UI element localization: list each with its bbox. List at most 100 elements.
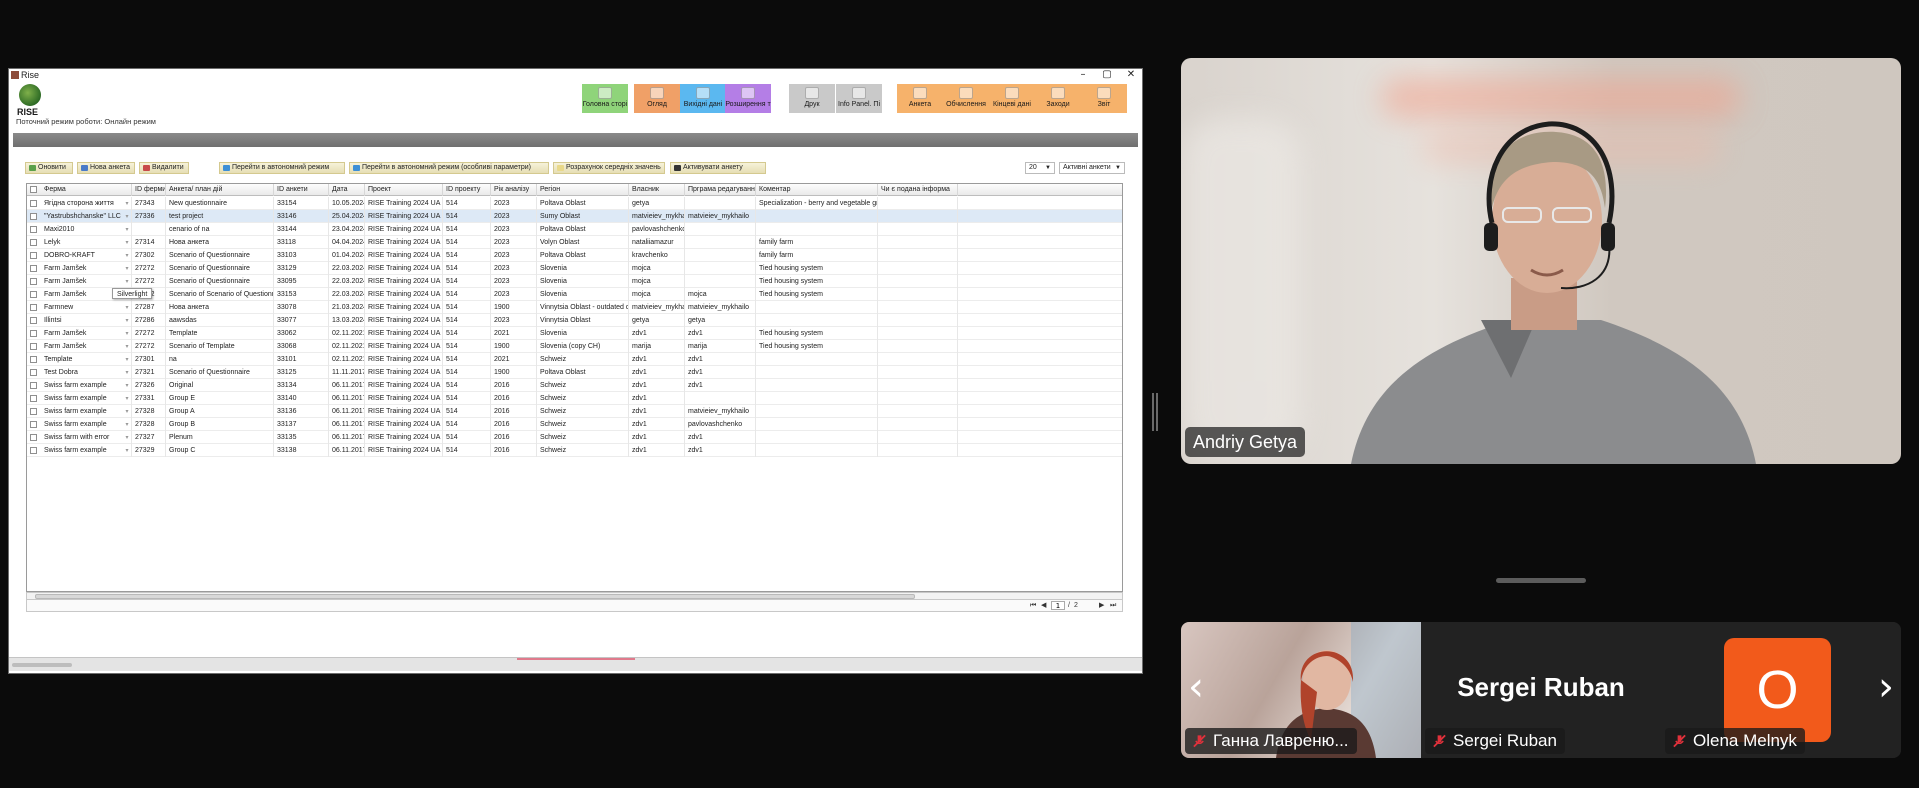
- next-page-icon[interactable]: ▶: [1099, 600, 1104, 611]
- row-dropdown-icon[interactable]: ▾: [123, 301, 131, 314]
- toolbar-button[interactable]: Перейти в автономний режим: [219, 162, 345, 174]
- row-dropdown-icon[interactable]: ▾: [123, 314, 131, 327]
- table-row[interactable]: Farm Jamšek 27272 Scenario of Questionnair…: [27, 275, 1122, 288]
- ribbon-button[interactable]: Розширення т: [725, 84, 771, 113]
- row-checkbox[interactable]: [30, 278, 37, 285]
- table-row[interactable]: Lelyk 27314 Нова анкета 33118 04.04.2024 RISE…: [27, 236, 1122, 249]
- toolbar-button[interactable]: Активувати анкету: [670, 162, 766, 174]
- page-input[interactable]: 1: [1051, 601, 1065, 610]
- column-header[interactable]: Проект: [365, 184, 443, 196]
- participant-tile[interactable]: Ганна Лавреню... ‹: [1181, 622, 1421, 758]
- column-header[interactable]: Прграма редагування: [685, 184, 756, 196]
- last-page-icon[interactable]: ⏭: [1110, 600, 1116, 611]
- toolbar-button[interactable]: Оновити: [25, 162, 73, 174]
- row-checkbox[interactable]: [30, 343, 37, 350]
- column-header[interactable]: Анкета/ план дій: [166, 184, 274, 196]
- filter-select[interactable]: Активні анкети ▼: [1059, 162, 1125, 174]
- table-row[interactable]: Farm Jamšek 27272 Scenario of Template 3306…: [27, 340, 1122, 353]
- row-checkbox[interactable]: [30, 421, 37, 428]
- row-dropdown-icon[interactable]: ▾: [123, 405, 131, 418]
- row-dropdown-icon[interactable]: ▾: [123, 236, 131, 249]
- row-checkbox[interactable]: [30, 291, 37, 298]
- column-header[interactable]: ID ферми: [132, 184, 166, 196]
- row-checkbox[interactable]: [30, 265, 37, 272]
- ribbon-button[interactable]: Головна сторі: [582, 84, 628, 113]
- scroll-thumb[interactable]: [35, 594, 915, 599]
- ribbon-button[interactable]: Вихідні дані: [680, 84, 726, 113]
- row-dropdown-icon[interactable]: ▾: [123, 379, 131, 392]
- select-all-checkbox[interactable]: [30, 186, 37, 193]
- row-dropdown-icon[interactable]: ▾: [123, 197, 131, 210]
- column-header[interactable]: Чи є подана інформа: [878, 184, 958, 196]
- prev-page-icon[interactable]: ◀: [1041, 600, 1046, 611]
- row-dropdown-icon[interactable]: ▾: [123, 327, 131, 340]
- row-dropdown-icon[interactable]: ▾: [123, 392, 131, 405]
- row-checkbox[interactable]: [30, 356, 37, 363]
- column-header[interactable]: ID проекту: [443, 184, 491, 196]
- row-dropdown-icon[interactable]: ▾: [123, 444, 131, 457]
- first-page-icon[interactable]: ⏮: [1030, 600, 1036, 611]
- row-checkbox[interactable]: [30, 226, 37, 233]
- row-dropdown-icon[interactable]: ▾: [123, 223, 131, 236]
- table-row[interactable]: Template 27301 na 33101 02.11.2021 RISE Train…: [27, 353, 1122, 366]
- row-dropdown-icon[interactable]: ▾: [123, 249, 131, 262]
- toolbar-button[interactable]: Нова анкета: [77, 162, 135, 174]
- row-checkbox[interactable]: [30, 239, 37, 246]
- row-checkbox[interactable]: [30, 317, 37, 324]
- panel-resize-handle[interactable]: [1152, 393, 1158, 431]
- table-row[interactable]: Swiss farm example 27328 Group B 33137 06.11…: [27, 418, 1122, 431]
- table-row[interactable]: "Yastrubshchanske" LLC 27336 test project 3…: [27, 210, 1122, 223]
- ribbon-button[interactable]: Друк: [789, 84, 835, 113]
- drag-handle[interactable]: [1496, 578, 1586, 583]
- bottom-scrollbar[interactable]: [12, 663, 72, 667]
- row-dropdown-icon[interactable]: ▾: [123, 275, 131, 288]
- table-row[interactable]: Farm Jamšek 27272 Scenario of Questionnair…: [27, 262, 1122, 275]
- row-dropdown-icon[interactable]: ▾: [123, 431, 131, 444]
- next-page-arrow[interactable]: ›: [1871, 662, 1901, 712]
- toolbar-button[interactable]: Видалити: [139, 162, 189, 174]
- row-checkbox[interactable]: [30, 252, 37, 259]
- column-header[interactable]: Дата: [329, 184, 365, 196]
- minimize-button[interactable]: –: [1076, 69, 1090, 81]
- ribbon-button[interactable]: Анкета: [897, 84, 943, 113]
- row-checkbox[interactable]: [30, 447, 37, 454]
- toolbar-button[interactable]: Розрахунок середніх значень: [553, 162, 665, 174]
- table-row[interactable]: Illintsi 27286 aawsdas 33077 13.03.2024 RISE …: [27, 314, 1122, 327]
- table-row[interactable]: Farm Jamšek 27272 Template 33062 02.11.2021 R…: [27, 327, 1122, 340]
- row-dropdown-icon[interactable]: ▾: [123, 418, 131, 431]
- ribbon-button[interactable]: Заходи: [1035, 84, 1081, 113]
- row-checkbox[interactable]: [30, 304, 37, 311]
- table-row[interactable]: Farmnew 27287 Нова анкета 33078 21.03.2024 RI…: [27, 301, 1122, 314]
- row-checkbox[interactable]: [30, 330, 37, 337]
- table-row[interactable]: Swiss farm example 27328 Group A 33136 06.11…: [27, 405, 1122, 418]
- table-row[interactable]: Swiss farm example 27329 Group C 33138 06.11…: [27, 444, 1122, 457]
- horizontal-scrollbar[interactable]: [26, 592, 1123, 600]
- table-row[interactable]: Test Dobra 27321 Scenario of Questionnaire…: [27, 366, 1122, 379]
- row-checkbox[interactable]: [30, 369, 37, 376]
- table-row[interactable]: Farm Jamšek27272Scenario of Scenario of …: [27, 288, 1122, 301]
- row-checkbox[interactable]: [30, 434, 37, 441]
- ribbon-button[interactable]: Кінцеві дані: [989, 84, 1035, 113]
- prev-page-arrow[interactable]: ‹: [1181, 662, 1211, 712]
- table-row[interactable]: Maxi2010 cenario of na 33144 23.04.2024 RISE…: [27, 223, 1122, 236]
- row-checkbox[interactable]: [30, 382, 37, 389]
- row-checkbox[interactable]: [30, 408, 37, 415]
- row-dropdown-icon[interactable]: ▾: [123, 366, 131, 379]
- table-row[interactable]: Swiss farm with error 27327 Plenum 33135 06.…: [27, 431, 1122, 444]
- column-header[interactable]: Коментар: [756, 184, 878, 196]
- table-row[interactable]: DOBRO-KRAFT 27302 Scenario of Questionnair…: [27, 249, 1122, 262]
- ribbon-button[interactable]: Огляд: [634, 84, 680, 113]
- table-row[interactable]: Swiss farm example 27326 Original 33134 06.1…: [27, 379, 1122, 392]
- column-header[interactable]: Рік аналізу: [491, 184, 537, 196]
- row-checkbox[interactable]: [30, 395, 37, 402]
- ribbon-button[interactable]: Обчислення: [943, 84, 989, 113]
- column-header[interactable]: Регіон: [537, 184, 629, 196]
- column-header[interactable]: ID анкети: [274, 184, 329, 196]
- column-header[interactable]: Власник: [629, 184, 685, 196]
- row-dropdown-icon[interactable]: ▾: [123, 340, 131, 353]
- column-header[interactable]: Ферма: [41, 184, 132, 196]
- ribbon-button[interactable]: Звіт: [1081, 84, 1127, 113]
- row-checkbox[interactable]: [30, 213, 37, 220]
- table-row[interactable]: Swiss farm example 27331 Group E 33140 06.11…: [27, 392, 1122, 405]
- ribbon-button[interactable]: Info Panel. Пі: [836, 84, 882, 113]
